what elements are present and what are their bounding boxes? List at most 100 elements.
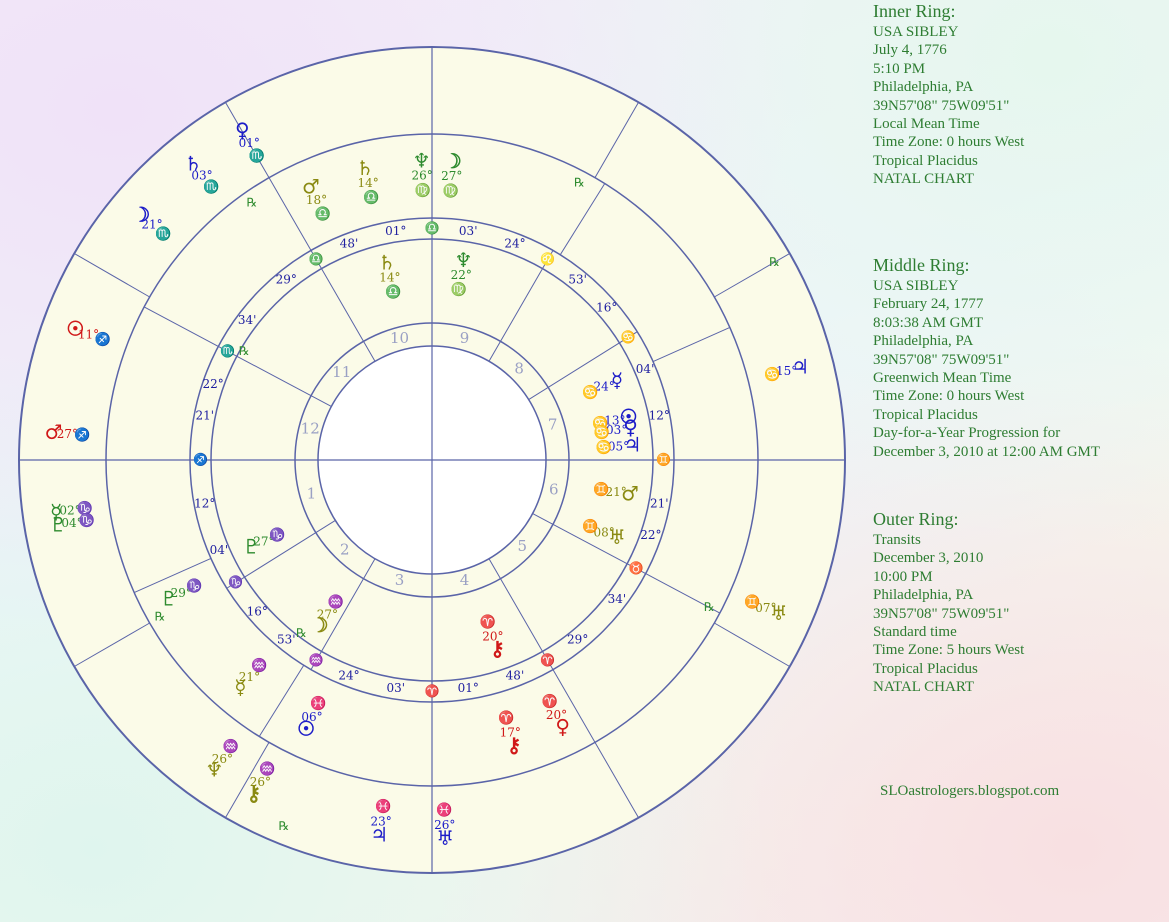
planet-sign: ♋	[582, 384, 598, 400]
cusp-minute: 04'	[210, 543, 229, 557]
planet-degree: 17°	[500, 725, 521, 739]
planet-sign: ♒	[251, 658, 267, 674]
middle-ring-title: Middle Ring:	[873, 255, 970, 275]
cusp-minute: 03'	[386, 681, 405, 695]
info-line: 39N57'08" 75W09'51"	[873, 351, 1010, 368]
planet-degree: 23°	[370, 814, 391, 828]
info-line: December 3, 2010	[873, 550, 984, 567]
retrograde-marker: ℞	[239, 344, 250, 358]
planet-sign: ♋	[594, 425, 610, 441]
house-number: 3	[395, 571, 405, 589]
info-line: Time Zone: 0 hours West	[873, 134, 1025, 151]
house-number: 5	[518, 537, 528, 555]
info-line: Greenwich Mean Time	[873, 370, 1012, 387]
cusp-degree: 12°	[194, 497, 215, 511]
house-number: 4	[460, 571, 470, 589]
cusp-minute: 34'	[608, 592, 627, 606]
cusp-minute: 53'	[277, 632, 296, 646]
cusp-degree: 01°	[385, 224, 406, 238]
planet-sign: ♐	[74, 427, 90, 443]
planet-sign: ♈	[542, 693, 558, 709]
planet-sign: ♈	[480, 614, 496, 630]
cusp-sign: ♎	[309, 252, 324, 266]
planet-degree: 14°	[357, 176, 378, 190]
retrograde-marker: ℞	[574, 175, 585, 189]
info-line: NATAL CHART	[873, 171, 975, 188]
planet-degree: 20°	[546, 708, 567, 722]
planet-sign: ♎	[363, 189, 379, 205]
house-number: 10	[390, 329, 409, 347]
cusp-sign: ♌	[540, 252, 555, 266]
info-line: July 4, 1776	[873, 42, 947, 59]
cusp-minute: 34'	[238, 313, 257, 327]
info-line: Transits	[873, 532, 921, 548]
cusp-degree: 22°	[640, 528, 661, 542]
info-line: Standard time	[873, 624, 957, 641]
planet-degree: 01°	[239, 136, 260, 150]
house-number: 12	[301, 420, 320, 438]
info-line: Time Zone: 5 hours West	[873, 642, 1025, 659]
info-line: 5:10 PM	[873, 60, 926, 77]
planet-sign: ♓	[375, 799, 391, 815]
info-line: 39N57'08" 75W09'51"	[873, 605, 1010, 622]
planet-sign: ♋	[595, 440, 611, 456]
info-line: 8:03:38 AM GMT	[873, 314, 984, 331]
cusp-minute: 21'	[195, 408, 214, 422]
cusp-degree: 29°	[567, 632, 588, 646]
middle-ring-info: Middle Ring: USA SIBLEY February 24, 177…	[873, 254, 1100, 461]
outer-ring-info: Outer Ring: Transits December 3, 2010 10…	[873, 508, 1024, 697]
planet-sign: ♒	[223, 739, 239, 755]
info-line: USA SIBLEY	[873, 24, 959, 40]
inner-ring-info: Inner Ring: USA SIBLEY July 4, 1776 5:10…	[873, 0, 1024, 189]
cusp-sign: ♊	[656, 453, 671, 467]
info-line: NATAL CHART	[873, 679, 975, 696]
chart-wheel: 123 45678910111212°♐21'16°♑04'24°♒53'01°♈…	[18, 46, 846, 874]
house-number: 11	[332, 363, 351, 381]
cusp-sign: ♋	[621, 330, 636, 344]
retrograde-marker: ℞	[769, 255, 780, 269]
cusp-minute: 53'	[568, 273, 587, 287]
planet-degree: 06°	[301, 710, 322, 724]
planet-sign: ♍	[443, 183, 459, 199]
retrograde-marker: ℞	[155, 610, 166, 624]
cusp-minute: 48'	[506, 669, 525, 683]
house-number: 1	[307, 485, 317, 503]
cusp-minute: 04'	[636, 362, 655, 376]
cusp-degree: 22°	[202, 377, 223, 391]
planet-degree: 26°	[250, 775, 271, 789]
info-line: Day-for-a-Year Progression for	[873, 425, 1061, 442]
planet-sign: ♊	[744, 594, 760, 610]
retrograde-marker: ℞	[704, 600, 715, 614]
info-line: 39N57'08" 75W09'51"	[873, 97, 1010, 114]
info-line: Tropical Placidus	[873, 152, 978, 169]
info-line: December 3, 2010 at 12:00 AM GMT	[873, 443, 1101, 460]
blog-credit: SLOastrologers.blogspot.com	[880, 783, 1060, 799]
planet-sign: ♒	[328, 594, 344, 610]
cusp-degree: 29°	[276, 273, 297, 287]
planet-sign: ♈	[498, 710, 514, 726]
planet-sign: ♑	[186, 578, 202, 594]
planet-degree: 18°	[306, 193, 327, 207]
info-line: Tropical Placidus	[873, 660, 978, 677]
planet-sign: ♎	[385, 284, 401, 300]
planet-sign: ♍	[451, 282, 467, 298]
planet-sign: ♑	[269, 527, 285, 543]
retrograde-marker: ℞	[278, 819, 289, 833]
cusp-degree: 16°	[247, 604, 268, 618]
cusp-sign: ♉	[629, 561, 644, 575]
retrograde-marker: ℞	[296, 626, 307, 640]
cusp-sign: ♒	[309, 653, 324, 667]
planet-sign: ♊	[582, 519, 598, 535]
info-line: Tropical Placidus	[873, 406, 978, 423]
planet-sign: ♑	[79, 512, 95, 528]
info-line: Local Mean Time	[873, 116, 980, 133]
info-line: Philadelphia, PA	[873, 587, 974, 604]
cusp-minute: 48'	[340, 236, 359, 250]
house-number: 2	[340, 540, 350, 558]
planet-sign: ♏	[249, 148, 265, 164]
cusp-sign: ♎	[425, 221, 440, 235]
retrograde-marker: ℞	[247, 195, 258, 209]
planet-degree: 27°	[441, 169, 462, 183]
cusp-sign: ♑	[228, 575, 243, 589]
info-line: Philadelphia, PA	[873, 333, 974, 350]
